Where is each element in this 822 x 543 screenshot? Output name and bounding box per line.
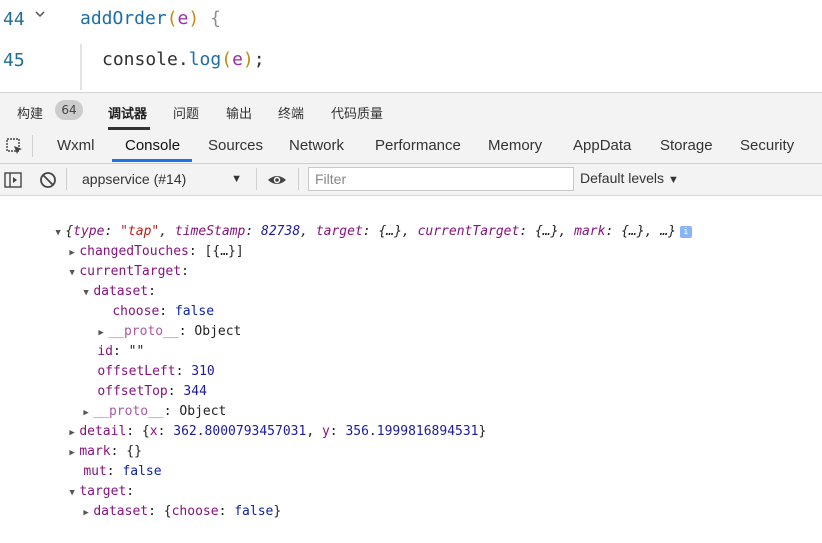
log-levels-dropdown[interactable]: Default levels ▼ bbox=[580, 170, 679, 186]
eye-icon[interactable] bbox=[267, 170, 287, 190]
console-output: ▼ {type: "tap", timeStamp: 82738, target:… bbox=[0, 196, 822, 519]
bottom-panel-tabs: 构建 64 调试器 问题 输出 终端 代码质量 bbox=[0, 92, 822, 132]
chevron-down-icon[interactable] bbox=[34, 8, 46, 20]
log-entry-summary[interactable]: ▼ {type: "tap", timeStamp: 82738, target:… bbox=[24, 202, 692, 239]
prop-target-dataset[interactable]: ▶ dataset: {choose: false} bbox=[52, 482, 281, 519]
tab-security[interactable]: Security bbox=[740, 137, 794, 154]
line-number: 45 bbox=[3, 50, 25, 71]
prop-choose: choose: false bbox=[112, 304, 215, 319]
prop-proto[interactable]: ▶ __proto__: Object bbox=[67, 302, 241, 339]
code-text: console.log(e); bbox=[102, 49, 265, 70]
prop-changedTouches[interactable]: ▶ changedTouches: [{…}] bbox=[38, 222, 243, 259]
divider bbox=[256, 168, 257, 190]
tab-wxml[interactable]: Wxml bbox=[57, 137, 95, 154]
divider bbox=[32, 135, 33, 157]
tab-issues[interactable]: 问题 bbox=[173, 103, 199, 122]
prop-offsetTop: offsetTop: 344 bbox=[97, 384, 207, 399]
context-select[interactable]: appservice (#14) ▼ bbox=[74, 168, 248, 191]
tab-memory[interactable]: Memory bbox=[488, 137, 542, 154]
tab-build[interactable]: 构建 bbox=[17, 103, 43, 122]
active-tab-indicator bbox=[112, 159, 192, 162]
prop-detail[interactable]: ▶ detail: {x: 362.8000793457031, y: 356.1… bbox=[38, 402, 486, 439]
code-line-44: 44 addOrder(e) { bbox=[0, 0, 822, 40]
clear-console-icon[interactable] bbox=[38, 170, 58, 190]
tab-appdata[interactable]: AppData bbox=[573, 137, 631, 154]
context-select-value: appservice (#14) bbox=[82, 171, 187, 187]
prop-currentTarget-proto[interactable]: ▶ __proto__: Object bbox=[52, 382, 226, 419]
console-toolbar: appservice (#14) ▼ Filter Default levels… bbox=[0, 164, 822, 196]
devtools-panel-tabs: Wxml Console Sources Network Performance… bbox=[0, 131, 822, 164]
prop-currentTarget[interactable]: ▼ currentTarget: bbox=[38, 242, 189, 279]
prop-target[interactable]: ▼ target: bbox=[38, 462, 134, 499]
divider bbox=[66, 168, 67, 190]
tab-storage[interactable]: Storage bbox=[660, 137, 713, 154]
chevron-down-icon: ▼ bbox=[231, 173, 242, 185]
prop-offsetLeft: offsetLeft: 310 bbox=[97, 364, 215, 379]
info-icon[interactable]: i bbox=[679, 225, 692, 238]
tab-performance[interactable]: Performance bbox=[375, 137, 461, 154]
prop-mark[interactable]: ▶ mark: {} bbox=[38, 422, 142, 459]
tab-debugger[interactable]: 调试器 bbox=[108, 103, 147, 122]
tab-code-quality[interactable]: 代码质量 bbox=[331, 103, 383, 122]
active-tab-indicator bbox=[108, 127, 150, 130]
tab-sources[interactable]: Sources bbox=[208, 137, 263, 154]
collapsed-triangle-icon[interactable]: ▶ bbox=[83, 503, 93, 523]
tab-terminal[interactable]: 终端 bbox=[278, 103, 304, 122]
inspect-element-icon[interactable] bbox=[5, 137, 25, 157]
prop-dataset[interactable]: ▼ dataset: bbox=[52, 262, 156, 299]
sidebar-toggle-icon[interactable] bbox=[3, 170, 23, 190]
line-number: 44 bbox=[3, 9, 25, 30]
code-text: addOrder(e) { bbox=[80, 8, 221, 29]
divider bbox=[298, 168, 299, 190]
tab-console[interactable]: Console bbox=[125, 137, 180, 154]
filter-input[interactable]: Filter bbox=[308, 167, 574, 191]
tab-network[interactable]: Network bbox=[289, 137, 344, 154]
prop-mut: mut: false bbox=[83, 464, 162, 479]
tab-output[interactable]: 输出 bbox=[226, 103, 252, 122]
log-levels-label: Default levels bbox=[580, 170, 665, 186]
prop-id: id: "" bbox=[97, 344, 145, 359]
build-count-badge: 64 bbox=[55, 100, 83, 120]
chevron-down-icon: ▼ bbox=[667, 174, 679, 186]
code-line-45: 45 console.log(e); bbox=[0, 40, 822, 80]
code-editor: 44 addOrder(e) { 45 console.log(e); bbox=[0, 0, 822, 92]
